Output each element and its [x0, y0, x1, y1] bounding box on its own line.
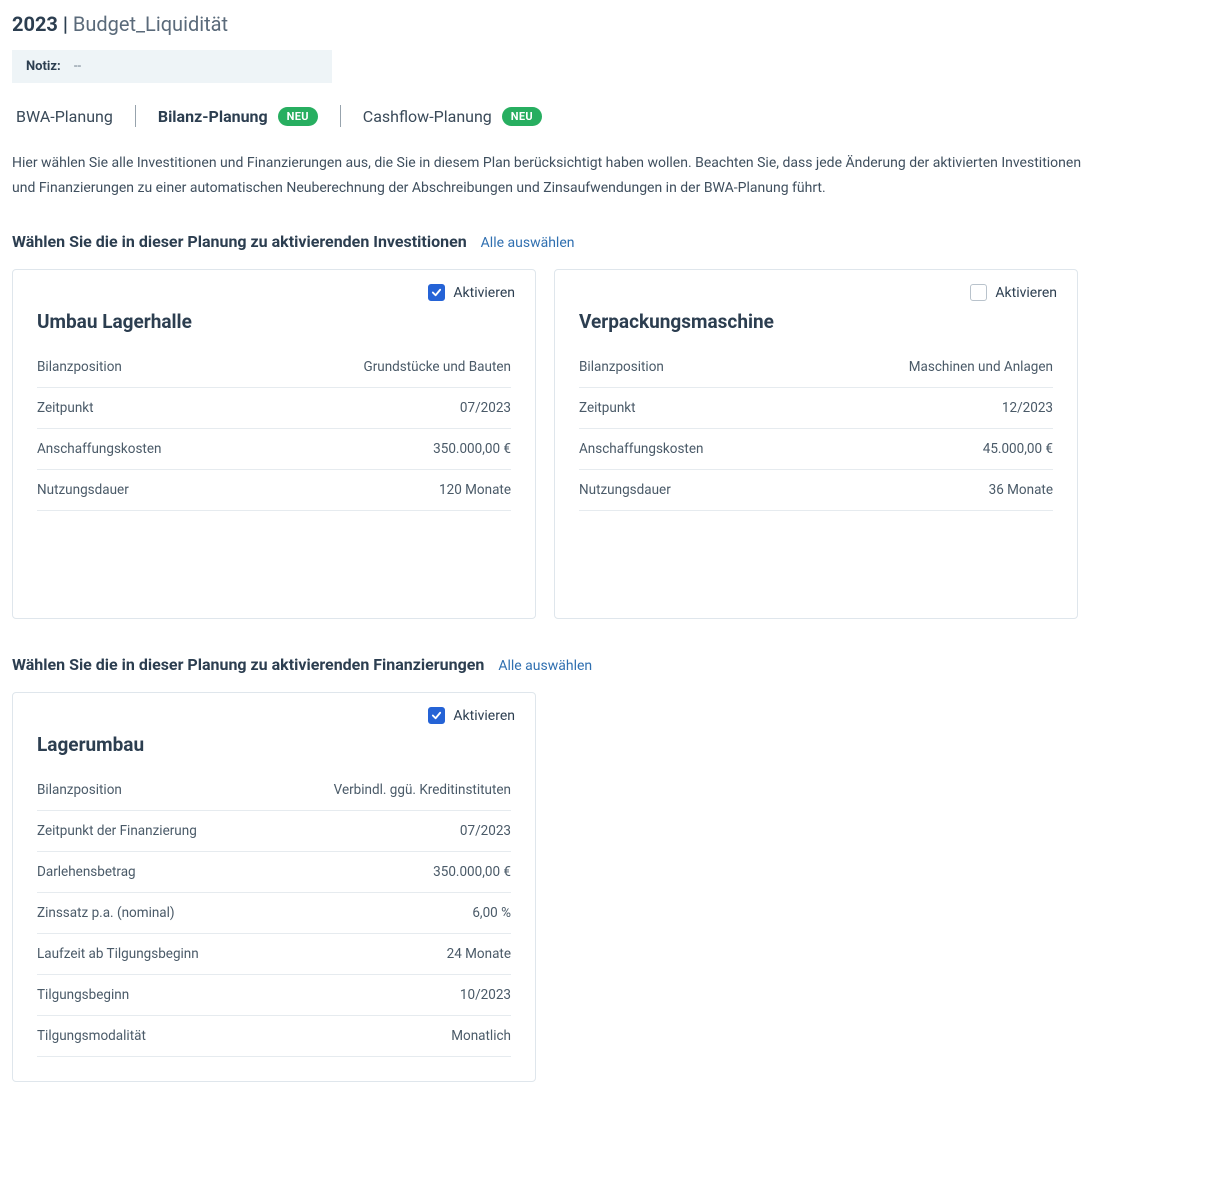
investment-card: Aktivieren Verpackungsmaschine Bilanzpos…: [554, 269, 1078, 619]
row-key: Zeitpunkt: [579, 400, 636, 416]
card-title: Umbau Lagerhalle: [37, 310, 511, 333]
investments-heading: Wählen Sie die in dieser Planung zu akti…: [12, 232, 467, 251]
activate-toggle[interactable]: Aktivieren: [428, 284, 515, 301]
checkbox-unchecked-icon: [970, 284, 987, 301]
row-value: Maschinen und Anlagen: [909, 359, 1053, 375]
tab-separator: [135, 105, 136, 127]
row-key: Zinssatz p.a. (nominal): [37, 905, 175, 921]
neu-badge: NEU: [502, 107, 542, 126]
activate-label: Aktivieren: [995, 285, 1057, 301]
activate-label: Aktivieren: [453, 708, 515, 724]
row-value: 12/2023: [1002, 400, 1053, 416]
row-value: 45.000,00 €: [983, 441, 1053, 457]
row-key: Bilanzposition: [579, 359, 664, 375]
row-value: Verbindl. ggü. Kreditinstituten: [334, 782, 511, 798]
card-row: Tilgungsbeginn 10/2023: [37, 975, 511, 1016]
tabs: BWA-Planung Bilanz-Planung NEU Cashflow-…: [12, 105, 1195, 127]
card-row: Zinssatz p.a. (nominal) 6,00 %: [37, 893, 511, 934]
row-value: 36 Monate: [989, 482, 1053, 498]
row-value: 350.000,00 €: [433, 864, 511, 880]
tab-label: Cashflow-Planung: [363, 107, 492, 126]
tab-label: Bilanz-Planung: [158, 107, 268, 126]
card-row: Nutzungsdauer 120 Monate: [37, 470, 511, 511]
plan-name: Budget_Liquidität: [73, 12, 228, 36]
year: 2023: [12, 12, 58, 36]
row-value: 10/2023: [460, 987, 511, 1003]
row-key: Anschaffungskosten: [37, 441, 161, 457]
financings-heading: Wählen Sie die in dieser Planung zu akti…: [12, 655, 484, 674]
card-row: Tilgungsmodalität Monatlich: [37, 1016, 511, 1057]
row-value: Grundstücke und Bauten: [364, 359, 511, 375]
tab-cashflow-planung[interactable]: Cashflow-Planung NEU: [359, 107, 546, 126]
row-key: Bilanzposition: [37, 782, 122, 798]
note-value: --: [74, 59, 81, 74]
financings-header: Wählen Sie die in dieser Planung zu akti…: [12, 655, 1195, 674]
card-row: Anschaffungskosten 350.000,00 €: [37, 429, 511, 470]
row-key: Tilgungsbeginn: [37, 987, 129, 1003]
investments-select-all[interactable]: Alle auswählen: [481, 235, 575, 251]
row-value: 07/2023: [460, 823, 511, 839]
tab-label: BWA-Planung: [16, 107, 113, 126]
row-key: Zeitpunkt: [37, 400, 94, 416]
card-row: Bilanzposition Maschinen und Anlagen: [579, 347, 1053, 388]
row-key: Laufzeit ab Tilgungsbeginn: [37, 946, 199, 962]
investments-header: Wählen Sie die in dieser Planung zu akti…: [12, 232, 1195, 251]
card-row: Zeitpunkt 07/2023: [37, 388, 511, 429]
row-key: Anschaffungskosten: [579, 441, 703, 457]
row-key: Tilgungsmodalität: [37, 1028, 146, 1044]
tab-bilanz-planung[interactable]: Bilanz-Planung NEU: [154, 107, 322, 126]
row-key: Nutzungsdauer: [37, 482, 129, 498]
intro-text: Hier wählen Sie alle Investitionen und F…: [12, 151, 1092, 200]
financing-card: Aktivieren Lagerumbau Bilanzposition Verb…: [12, 692, 536, 1082]
financings-select-all[interactable]: Alle auswählen: [498, 658, 592, 674]
investment-cards: Aktivieren Umbau Lagerhalle Bilanzpositi…: [12, 269, 1195, 619]
row-key: Darlehensbetrag: [37, 864, 136, 880]
row-value: 120 Monate: [439, 482, 511, 498]
card-row: Bilanzposition Grundstücke und Bauten: [37, 347, 511, 388]
row-value: 24 Monate: [447, 946, 511, 962]
neu-badge: NEU: [278, 107, 318, 126]
card-title: Lagerumbau: [37, 733, 511, 756]
row-value: Monatlich: [451, 1028, 511, 1044]
row-value: 07/2023: [460, 400, 511, 416]
title-sep: |: [58, 12, 73, 36]
page-title: 2023 | Budget_Liquidität: [12, 12, 1195, 36]
row-key: Zeitpunkt der Finanzierung: [37, 823, 197, 839]
card-row: Zeitpunkt der Finanzierung 07/2023: [37, 811, 511, 852]
row-key: Nutzungsdauer: [579, 482, 671, 498]
card-title: Verpackungsmaschine: [579, 310, 1053, 333]
card-row: Nutzungsdauer 36 Monate: [579, 470, 1053, 511]
row-value: 350.000,00 €: [433, 441, 511, 457]
card-row: Zeitpunkt 12/2023: [579, 388, 1053, 429]
investment-card: Aktivieren Umbau Lagerhalle Bilanzpositi…: [12, 269, 536, 619]
row-value: 6,00 %: [472, 905, 511, 921]
activate-label: Aktivieren: [453, 285, 515, 301]
row-key: Bilanzposition: [37, 359, 122, 375]
card-row: Bilanzposition Verbindl. ggü. Kreditinsti…: [37, 770, 511, 811]
activate-toggle[interactable]: Aktivieren: [428, 707, 515, 724]
card-row: Laufzeit ab Tilgungsbeginn 24 Monate: [37, 934, 511, 975]
note-bar[interactable]: Notiz: --: [12, 50, 332, 83]
checkbox-checked-icon: [428, 284, 445, 301]
tab-bwa-planung[interactable]: BWA-Planung: [12, 107, 117, 126]
card-row: Darlehensbetrag 350.000,00 €: [37, 852, 511, 893]
card-row: Anschaffungskosten 45.000,00 €: [579, 429, 1053, 470]
tab-separator: [340, 105, 341, 127]
checkbox-checked-icon: [428, 707, 445, 724]
note-label: Notiz:: [26, 59, 61, 74]
activate-toggle[interactable]: Aktivieren: [970, 284, 1057, 301]
financing-cards: Aktivieren Lagerumbau Bilanzposition Verb…: [12, 692, 1195, 1082]
